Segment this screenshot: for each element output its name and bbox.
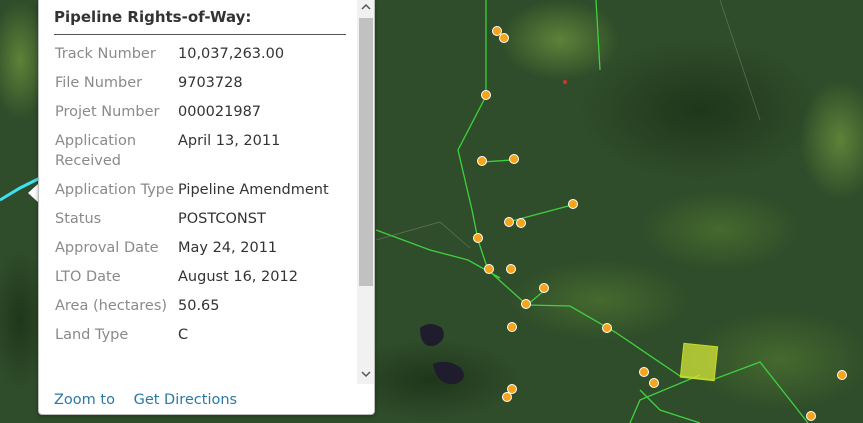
well-marker[interactable] <box>509 154 519 164</box>
well-marker[interactable] <box>481 90 491 100</box>
well-marker[interactable] <box>568 199 578 209</box>
attribute-row: Track Number 10,037,263.00 <box>55 44 355 64</box>
scrollbar-thumb[interactable] <box>359 18 373 286</box>
attribute-row: LTO Date August 16, 2012 <box>55 267 355 287</box>
popup-actions: Zoom to Get Directions <box>54 392 251 408</box>
well-marker[interactable] <box>506 264 516 274</box>
attribute-row: Status POSTCONST <box>55 209 355 229</box>
well-marker[interactable] <box>507 322 517 332</box>
popup-scrollbar[interactable] <box>357 0 374 384</box>
selected-parcel[interactable] <box>679 342 719 382</box>
attribute-value: April 13, 2011 <box>178 133 281 149</box>
attribute-value: 9703728 <box>178 75 243 91</box>
attribute-value: May 24, 2011 <box>178 240 278 256</box>
attribute-row: File Number 9703728 <box>55 73 355 93</box>
zoom-to-link[interactable]: Zoom to <box>54 392 115 408</box>
attribute-value: 10,037,263.00 <box>178 46 285 62</box>
attribute-row: Area (hectares) 50.65 <box>55 296 355 316</box>
well-marker[interactable] <box>507 384 517 394</box>
well-marker[interactable] <box>837 370 847 380</box>
well-marker[interactable] <box>492 26 502 36</box>
attribute-label: Land Type <box>55 327 129 343</box>
well-marker[interactable] <box>499 33 509 43</box>
attribute-value: 000021987 <box>178 104 262 120</box>
well-marker[interactable] <box>504 217 514 227</box>
well-marker[interactable] <box>516 218 526 228</box>
attribute-row: Application Received April 13, 2011 <box>55 131 355 171</box>
attribute-label: Application Received <box>55 133 137 169</box>
well-marker[interactable] <box>484 264 494 274</box>
well-marker[interactable] <box>539 283 549 293</box>
attribute-value: 50.65 <box>178 298 220 314</box>
info-popup: Pipeline Rights-of-Way: Track Number 10,… <box>38 0 375 415</box>
attribute-row: Land Type C <box>55 325 355 345</box>
well-marker[interactable] <box>502 392 512 402</box>
well-marker[interactable] <box>639 367 649 377</box>
well-marker[interactable] <box>602 323 612 333</box>
attribute-label: Projet Number <box>55 104 160 120</box>
attribute-label: Status <box>55 211 102 227</box>
small-red-marker[interactable] <box>563 80 567 84</box>
attribute-label: Track Number <box>55 46 156 62</box>
popup-title: Pipeline Rights-of-Way: <box>54 8 346 35</box>
chevron-down-icon[interactable] <box>357 368 374 384</box>
attribute-list: Track Number 10,037,263.00 File Number 9… <box>55 44 355 354</box>
attribute-label: LTO Date <box>55 269 121 285</box>
attribute-value: Pipeline Amendment <box>178 182 329 198</box>
attribute-row: Approval Date May 24, 2011 <box>55 238 355 258</box>
attribute-value: C <box>178 327 189 343</box>
get-directions-link[interactable]: Get Directions <box>134 392 238 408</box>
attribute-label: Application Type <box>55 182 174 198</box>
well-marker[interactable] <box>806 411 816 421</box>
attribute-label: Approval Date <box>55 240 159 256</box>
well-marker[interactable] <box>649 378 659 388</box>
attribute-value: POSTCONST <box>178 211 266 227</box>
well-marker[interactable] <box>477 156 487 166</box>
attribute-value: August 16, 2012 <box>178 269 298 285</box>
chevron-up-icon[interactable] <box>357 0 374 16</box>
attribute-row: Application Type Pipeline Amendment <box>55 180 355 200</box>
well-marker[interactable] <box>521 299 531 309</box>
attribute-label: Area (hectares) <box>55 298 168 314</box>
attribute-label: File Number <box>55 75 143 91</box>
well-marker[interactable] <box>473 233 483 243</box>
attribute-row: Projet Number 000021987 <box>55 102 355 122</box>
